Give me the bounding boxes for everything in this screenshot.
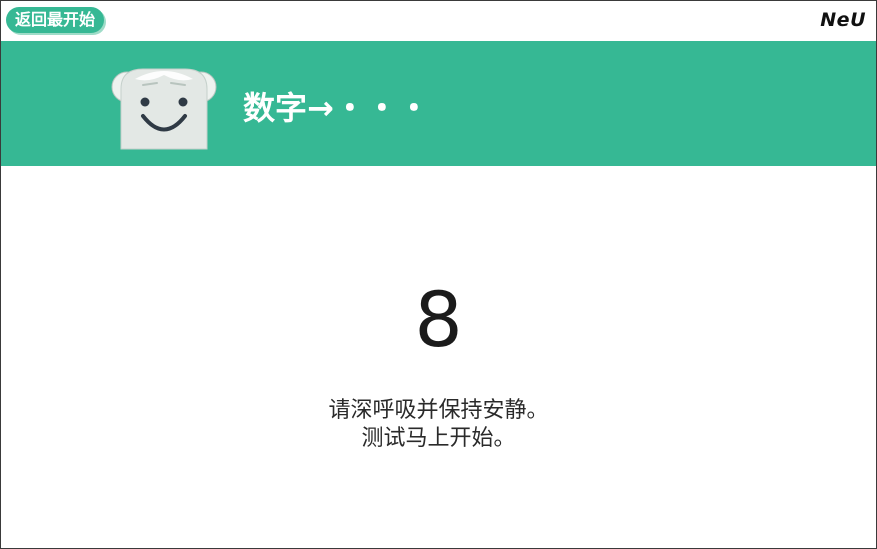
header-title: 数字→・・・ <box>243 89 430 127</box>
header-banner: 数字→・・・ <box>1 41 876 166</box>
back-to-start-button[interactable]: 返回最开始 <box>6 7 105 33</box>
instruction-line-2: 测试马上开始。 <box>361 426 516 451</box>
brand-logo: NeU <box>820 9 866 31</box>
instruction-line-1: 请深呼吸并保持安静。 <box>328 398 549 423</box>
countdown-number: 8 <box>414 275 463 364</box>
mascot-icon <box>111 68 217 150</box>
instructions: 请深呼吸并保持安静。 测试马上开始。 <box>0 397 877 453</box>
